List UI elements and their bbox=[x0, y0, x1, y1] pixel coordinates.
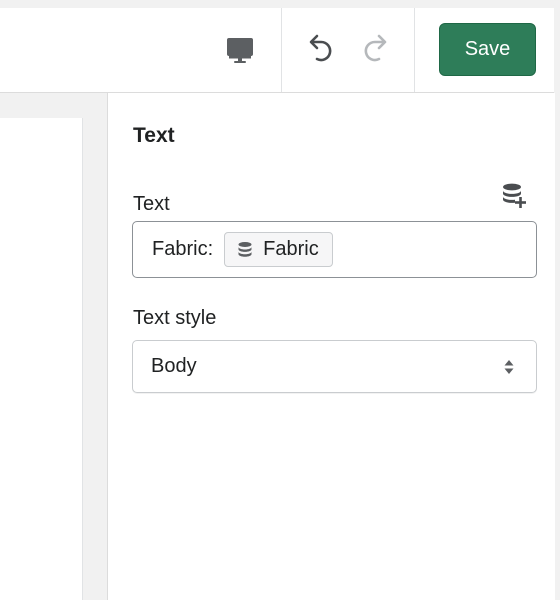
insert-dynamic-source-button[interactable] bbox=[500, 182, 528, 215]
text-style-label: Text style bbox=[133, 307, 217, 329]
text-field-label: Text bbox=[133, 193, 170, 215]
text-style-value: Body bbox=[151, 355, 197, 377]
desktop-preview-button[interactable] bbox=[222, 34, 258, 66]
panel-title: Text bbox=[133, 124, 175, 147]
text-field-prefix: Fabric: bbox=[152, 238, 214, 260]
text-field[interactable]: Fabric: Fabric bbox=[132, 221, 537, 278]
text-style-select[interactable]: Body bbox=[132, 340, 537, 393]
dynamic-source-token[interactable]: Fabric bbox=[224, 232, 333, 267]
preview-frame[interactable] bbox=[0, 118, 83, 600]
settings-panel: Text Text Fabric: Fabric Text style Body bbox=[107, 93, 555, 600]
redo-icon bbox=[364, 34, 387, 62]
save-button[interactable]: Save bbox=[439, 23, 536, 76]
redo-button[interactable] bbox=[356, 32, 396, 68]
toolbar-divider bbox=[281, 8, 282, 92]
database-icon bbox=[238, 241, 252, 257]
select-arrows-icon bbox=[504, 360, 514, 374]
database-add-icon bbox=[503, 183, 526, 208]
toolbar-divider bbox=[414, 8, 415, 92]
undo-icon bbox=[309, 34, 332, 62]
desktop-icon bbox=[227, 38, 253, 63]
undo-button[interactable] bbox=[300, 32, 340, 68]
token-label: Fabric bbox=[263, 238, 319, 260]
top-toolbar: Save bbox=[0, 8, 554, 93]
